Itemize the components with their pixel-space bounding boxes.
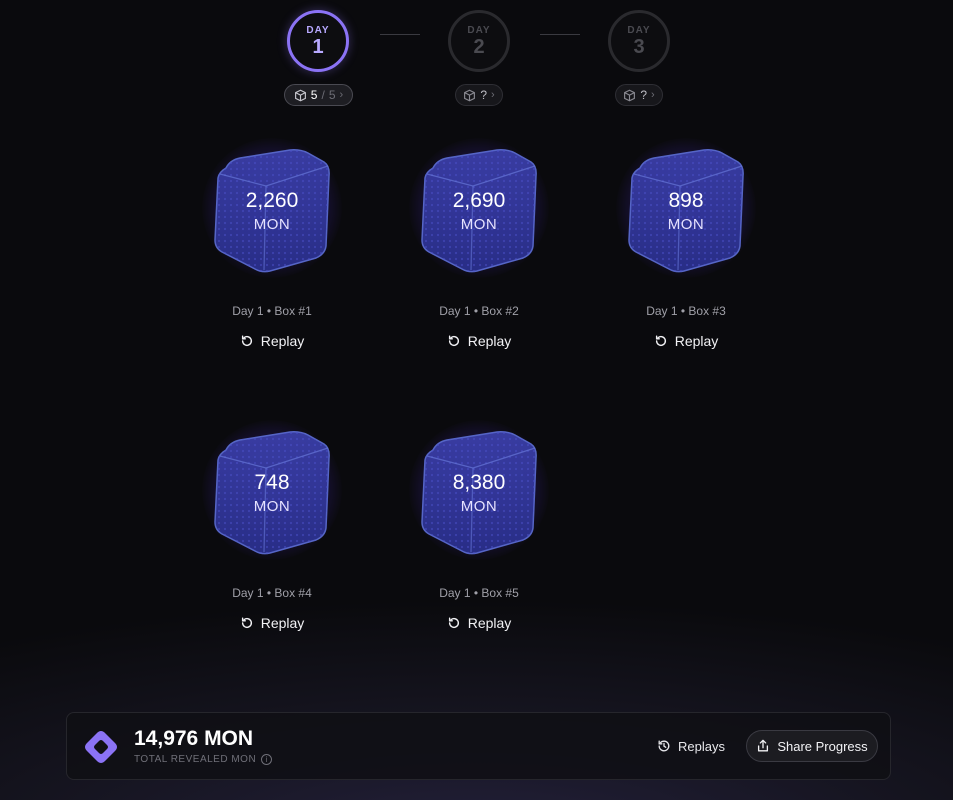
replay-icon <box>241 335 252 347</box>
box-label: Day 1 • Box #3 <box>646 304 726 318</box>
replay-icon <box>448 617 459 629</box>
share-progress-button[interactable]: Share Progress <box>746 730 878 762</box>
day-stepper: DAY 1 DAY 2 DAY 3 5 / 5 › ? › ? › <box>0 0 953 110</box>
cube-icon <box>624 89 636 101</box>
box-value: 898 <box>668 189 704 212</box>
replay-label: Replay <box>467 615 512 631</box>
total-revealed-label-text: TOTAL REVEALED MON <box>134 754 257 765</box>
info-icon[interactable]: i <box>261 754 273 765</box>
box-value: 748 <box>254 471 290 494</box>
replay-button[interactable]: Replay <box>172 610 372 636</box>
box-label: Day 1 • Box #2 <box>439 304 519 318</box>
chevron-right-icon: › <box>491 89 495 101</box>
day-2-number: 2 <box>473 35 485 58</box>
chevron-right-icon: › <box>339 89 344 101</box>
box-unit: MON <box>253 216 291 233</box>
summary-bar: 14,976 MON TOTAL REVEALED MON i Replays … <box>66 712 891 780</box>
replays-button[interactable]: Replays <box>657 735 725 757</box>
replay-button[interactable]: Replay <box>586 328 786 354</box>
replays-label: Replays <box>678 738 725 754</box>
box-label: Day 1 • Box #4 <box>232 586 312 600</box>
day-3-step[interactable]: DAY 3 <box>608 10 670 72</box>
day-3-opened-count: ? <box>640 88 647 102</box>
history-icon <box>658 740 670 752</box>
replay-icon <box>448 335 459 347</box>
box-label: Day 1 • Box #5 <box>439 586 519 600</box>
box-label: Day 1 • Box #1 <box>232 304 312 318</box>
box-card-3: 898 MON Day 1 • Box #3 Replay <box>586 138 786 378</box>
day-1-number: 1 <box>312 35 324 58</box>
replay-label: Replay <box>674 333 719 349</box>
chevron-right-icon: › <box>651 89 655 101</box>
day-1-opened-count: 5 <box>310 88 318 102</box>
box-unit: MON <box>667 216 705 233</box>
box-value: 2,260 <box>245 189 299 212</box>
day-1-box-count-pill[interactable]: 5 / 5 › <box>284 84 353 106</box>
replay-button[interactable]: Replay <box>379 328 579 354</box>
day-1-total-count: 5 <box>328 88 336 102</box>
day-1-step[interactable]: DAY 1 <box>287 10 349 72</box>
box-unit: MON <box>460 498 498 515</box>
day-2-word: DAY <box>467 24 491 36</box>
cube-icon <box>294 89 306 101</box>
cube-icon <box>464 89 476 101</box>
replay-button[interactable]: Replay <box>172 328 372 354</box>
box-card-4: 748 MON Day 1 • Box #4 Replay <box>172 420 372 660</box>
logo-icon <box>85 731 117 763</box>
day-2-box-count-pill[interactable]: ? › <box>455 84 503 106</box>
replay-label: Replay <box>260 615 305 631</box>
replay-icon <box>241 617 252 629</box>
step-connector <box>540 34 580 35</box>
count-separator: / <box>321 88 325 102</box>
day-1-word: DAY <box>306 24 330 36</box>
day-3-number: 3 <box>633 35 645 58</box>
replay-button[interactable]: Replay <box>379 610 579 636</box>
total-revealed-value: 14,976 MON <box>134 727 254 750</box>
replay-icon <box>655 335 666 347</box>
box-card-5: 8,380 MON Day 1 • Box #5 Replay <box>379 420 579 660</box>
share-icon <box>758 739 769 752</box>
share-progress-label: Share Progress <box>777 738 868 754</box>
day-3-box-count-pill[interactable]: ? › <box>615 84 663 106</box>
box-value: 2,690 <box>452 189 506 212</box>
box-card-1: 2,260 MON Day 1 • Box #1 Replay <box>172 138 372 378</box>
total-revealed-label: TOTAL REVEALED MON i <box>134 754 273 765</box>
day-2-opened-count: ? <box>480 88 487 102</box>
replay-label: Replay <box>260 333 305 349</box>
box-unit: MON <box>460 216 498 233</box>
step-connector <box>380 34 420 35</box>
day-3-word: DAY <box>627 24 651 36</box>
day-2-step[interactable]: DAY 2 <box>448 10 510 72</box>
box-card-2: 2,690 MON Day 1 • Box #2 Replay <box>379 138 579 378</box>
replay-label: Replay <box>467 333 512 349</box>
box-value: 8,380 <box>452 471 506 494</box>
box-unit: MON <box>253 498 291 515</box>
